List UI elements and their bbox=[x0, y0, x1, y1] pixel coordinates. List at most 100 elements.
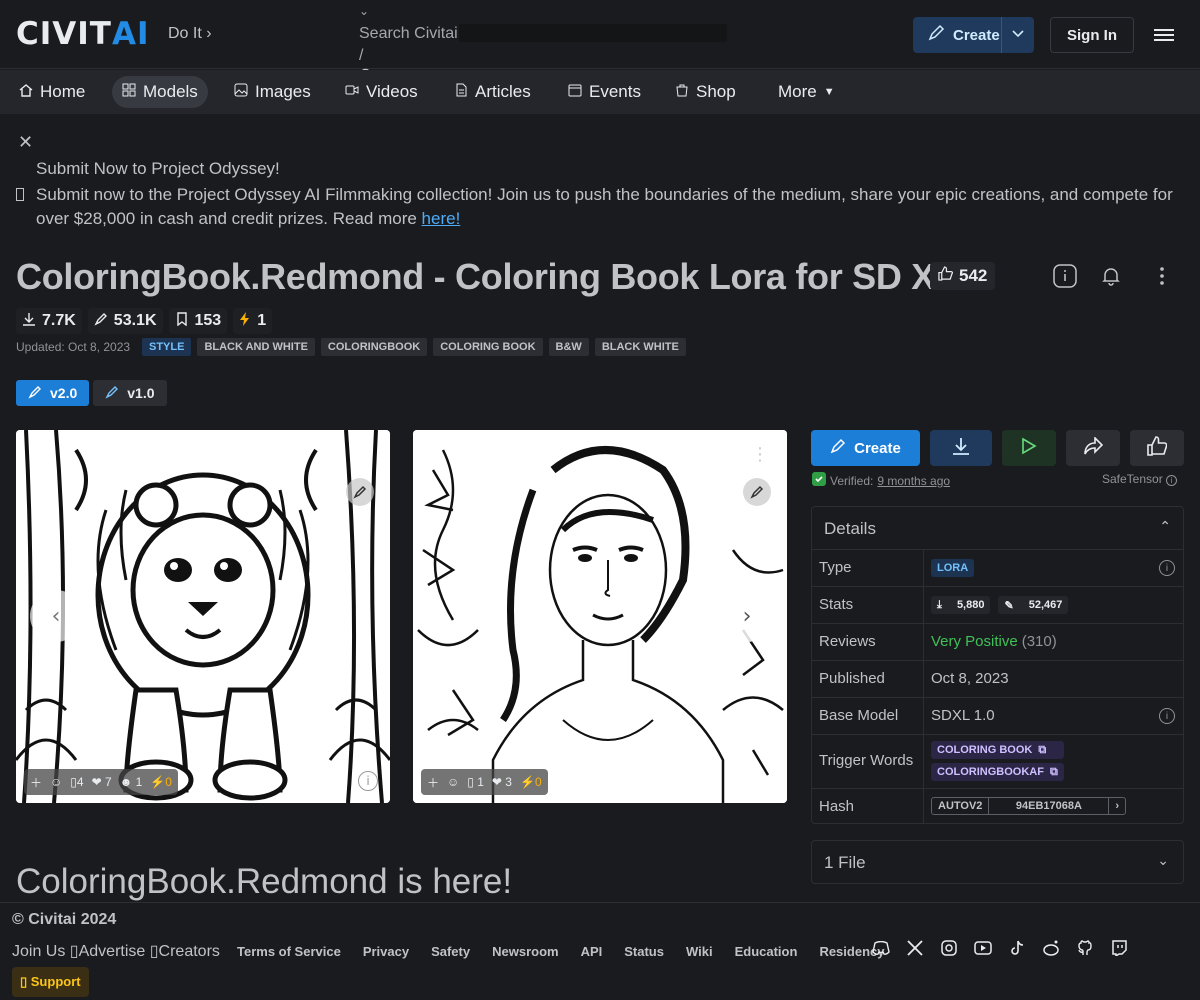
discord-icon[interactable] bbox=[872, 939, 890, 957]
comment-count[interactable]: ▯ 1 bbox=[467, 775, 484, 789]
play-icon bbox=[1021, 437, 1037, 459]
share-icon bbox=[1083, 436, 1104, 459]
info-icon[interactable]: i bbox=[358, 771, 378, 791]
nav-more[interactable]: More ▼ bbox=[768, 76, 845, 108]
info-icon[interactable]: i bbox=[1159, 560, 1175, 576]
nav-videos[interactable]: Videos bbox=[335, 76, 428, 108]
brush-icon bbox=[927, 24, 945, 46]
tag-black-white[interactable]: BLACK WHITE bbox=[594, 338, 686, 356]
gallery-image-portrait[interactable]: ⋮ › ＋ ☺ ▯ 1 ❤ 3 ⚡0 bbox=[413, 430, 787, 803]
do-it-link[interactable]: Do It › bbox=[168, 25, 212, 43]
description-heading: ColoringBook.Redmond is here! bbox=[16, 862, 513, 901]
search-field-bar[interactable] bbox=[459, 24, 727, 42]
civitai-logo[interactable]: CIVIT AI bbox=[16, 16, 150, 52]
next-image-button[interactable]: › bbox=[721, 590, 773, 642]
chevron-left-icon: ‹ bbox=[51, 603, 61, 629]
info-icon[interactable] bbox=[1050, 261, 1080, 291]
footer-link-api[interactable]: API bbox=[570, 941, 614, 961]
footer-join-links[interactable]: Join Us ▯Advertise ▯Creators bbox=[12, 941, 220, 961]
sign-in-button[interactable]: Sign In bbox=[1050, 17, 1134, 53]
files-accordion[interactable]: 1 File ⌄ bbox=[811, 840, 1184, 884]
nav-home[interactable]: Home bbox=[9, 76, 95, 108]
review-summary[interactable]: Very Positive bbox=[931, 633, 1018, 650]
smile-icon[interactable]: ☺ bbox=[447, 775, 459, 789]
smile-icon[interactable]: ☺ bbox=[50, 775, 62, 789]
hamburger-menu-icon[interactable] bbox=[1154, 26, 1174, 44]
nav-images[interactable]: Images bbox=[224, 76, 321, 108]
footer-link-terms[interactable]: Terms of Service bbox=[226, 941, 352, 961]
nav-articles[interactable]: Articles bbox=[444, 76, 541, 108]
create-button[interactable]: Create bbox=[913, 17, 1034, 53]
verified-time-link[interactable]: 9 months ago bbox=[877, 474, 950, 488]
add-reaction-icon[interactable]: ＋ bbox=[427, 774, 439, 791]
laugh-count[interactable]: ☻ 1 bbox=[120, 775, 143, 789]
play-button[interactable] bbox=[1002, 430, 1056, 466]
buzz-count[interactable]: ⚡0 bbox=[150, 775, 172, 789]
calendar-icon bbox=[568, 82, 582, 102]
footer-link-wiki[interactable]: Wiki bbox=[675, 941, 724, 961]
like-button[interactable] bbox=[1130, 430, 1184, 466]
details-heading[interactable]: Details bbox=[824, 519, 876, 539]
footer-link-newsroom[interactable]: Newsroom bbox=[481, 941, 569, 961]
footer-link-safety[interactable]: Safety bbox=[420, 941, 481, 961]
footer-link-privacy[interactable]: Privacy bbox=[352, 941, 420, 961]
youtube-icon[interactable] bbox=[974, 939, 992, 957]
twitch-icon[interactable] bbox=[1110, 939, 1128, 957]
kebab-menu-icon[interactable]: ⋮ bbox=[751, 444, 769, 465]
announcement-icon bbox=[16, 188, 24, 201]
gallery-image-lion[interactable]: ‹ ＋ ☺ ▯4 ❤ 7 ☻ 1 ⚡0 i bbox=[16, 430, 390, 803]
support-button[interactable]: ▯ Support bbox=[12, 967, 89, 997]
hash-value[interactable]: 94EB17068A bbox=[989, 798, 1110, 814]
previous-image-button[interactable]: ‹ bbox=[30, 590, 82, 642]
github-icon[interactable] bbox=[1076, 939, 1094, 957]
nav-events[interactable]: Events bbox=[558, 76, 651, 108]
read-more-link[interactable]: here! bbox=[422, 209, 461, 228]
info-icon[interactable]: i bbox=[1166, 475, 1178, 486]
buzz-count[interactable]: ⚡0 bbox=[520, 775, 542, 789]
tag-coloring-book[interactable]: COLORING BOOK bbox=[433, 338, 543, 356]
tiktok-icon[interactable] bbox=[1008, 939, 1026, 957]
brush-icon bbox=[94, 312, 108, 331]
trigger-word-coloring-book[interactable]: COLORING BOOK ⧉ bbox=[931, 741, 1064, 759]
nav-models[interactable]: Models bbox=[112, 76, 208, 108]
info-icon[interactable]: i bbox=[1159, 708, 1175, 724]
tag-bw[interactable]: B&W bbox=[548, 338, 589, 356]
footer-link-status[interactable]: Status bbox=[613, 941, 675, 961]
like-count-badge[interactable]: 542 bbox=[930, 262, 996, 290]
action-buttons: Create bbox=[811, 430, 1184, 466]
close-icon[interactable]: ✕ bbox=[18, 132, 33, 153]
download-button[interactable] bbox=[930, 430, 992, 466]
reddit-icon[interactable] bbox=[1042, 939, 1060, 957]
share-button[interactable] bbox=[1066, 430, 1120, 466]
version-v2[interactable]: v2.0 bbox=[16, 380, 90, 406]
comment-count[interactable]: ▯4 bbox=[70, 775, 83, 789]
footer: © Civitai 2024 Join Us ▯Advertise ▯Creat… bbox=[0, 902, 1200, 1000]
footer-link-education[interactable]: Education bbox=[724, 941, 809, 961]
instagram-icon[interactable] bbox=[940, 939, 958, 957]
tag-coloringbook[interactable]: COLORINGBOOK bbox=[320, 338, 428, 356]
updated-date: Updated: Oct 8, 2023 bbox=[16, 340, 131, 354]
chevron-down-icon[interactable] bbox=[1011, 26, 1025, 44]
type-badge[interactable]: LORA bbox=[931, 559, 975, 577]
hash-selector[interactable]: AUTOV2 94EB17068A › bbox=[931, 797, 1127, 815]
chevron-right-icon[interactable]: › bbox=[1109, 798, 1125, 814]
heart-count[interactable]: ❤ 3 bbox=[492, 775, 512, 789]
kebab-menu-icon[interactable] bbox=[1147, 261, 1177, 291]
search-input[interactable]: Search Civitai bbox=[359, 25, 458, 43]
search-shortcut: / bbox=[359, 47, 364, 64]
tag-style[interactable]: STYLE bbox=[142, 338, 192, 356]
x-twitter-icon[interactable] bbox=[906, 939, 924, 957]
tag-black-and-white[interactable]: BLACK AND WHITE bbox=[197, 338, 315, 356]
bell-plus-icon[interactable] bbox=[1096, 261, 1126, 291]
chevron-up-icon[interactable]: ⌃ bbox=[1159, 519, 1171, 535]
version-v1[interactable]: v1.0 bbox=[93, 380, 167, 406]
rocket-icon[interactable] bbox=[346, 478, 374, 506]
add-reaction-icon[interactable]: ＋ bbox=[30, 774, 42, 791]
brush-icon bbox=[28, 385, 42, 402]
nav-shop[interactable]: Shop bbox=[665, 76, 746, 108]
heart-count[interactable]: ❤ 7 bbox=[92, 775, 112, 789]
trigger-word-coloringbookaf[interactable]: COLORINGBOOKAF ⧉ bbox=[931, 763, 1064, 781]
create-with-model-button[interactable]: Create bbox=[811, 430, 920, 466]
rocket-icon[interactable] bbox=[743, 478, 771, 506]
search-area[interactable]: ⌄ Search Civitai / bbox=[359, 4, 729, 84]
